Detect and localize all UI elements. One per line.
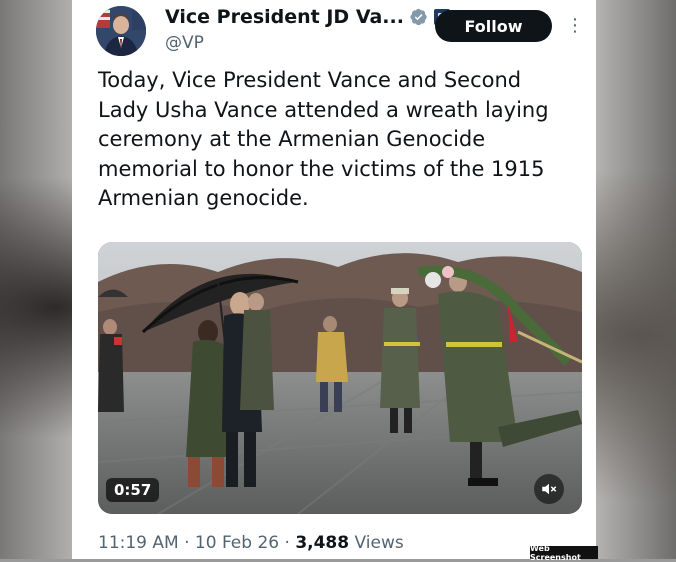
views-label: Views (354, 533, 404, 553)
author-row: Vice President JD Va... (165, 6, 450, 28)
more-options-icon[interactable]: ⋮ (566, 14, 584, 38)
views-count: 3,488 (295, 533, 350, 553)
tweet-time[interactable]: 11:19 AM (98, 533, 179, 553)
tweet-card: Vice President JD Va... @VP Follow ⋮ Tod… (72, 0, 596, 559)
tweet-meta: 11:19 AM · 10 Feb 26 · 3,488 Views (98, 533, 404, 553)
avatar[interactable] (96, 6, 146, 56)
meta-separator: · (284, 533, 290, 553)
tweet-video[interactable]: 0:57 (98, 242, 582, 514)
meta-separator: · (184, 533, 190, 553)
speaker-muted-glyph (542, 483, 557, 495)
verified-badge-icon (410, 8, 427, 26)
speaker-muted-icon[interactable] (534, 474, 564, 504)
web-screenshot-watermark: Web Screenshot (530, 544, 598, 562)
author-name[interactable]: Vice President JD Va... (165, 6, 404, 28)
author-handle[interactable]: @VP (165, 33, 204, 53)
tweet-date[interactable]: 10 Feb 26 (195, 533, 279, 553)
tweet-text: Today, Vice President Vance and Second L… (98, 68, 549, 210)
follow-button[interactable]: Follow (435, 10, 552, 42)
video-duration: 0:57 (106, 478, 160, 502)
video-frame-image (98, 242, 582, 514)
avatar-image (96, 6, 146, 56)
